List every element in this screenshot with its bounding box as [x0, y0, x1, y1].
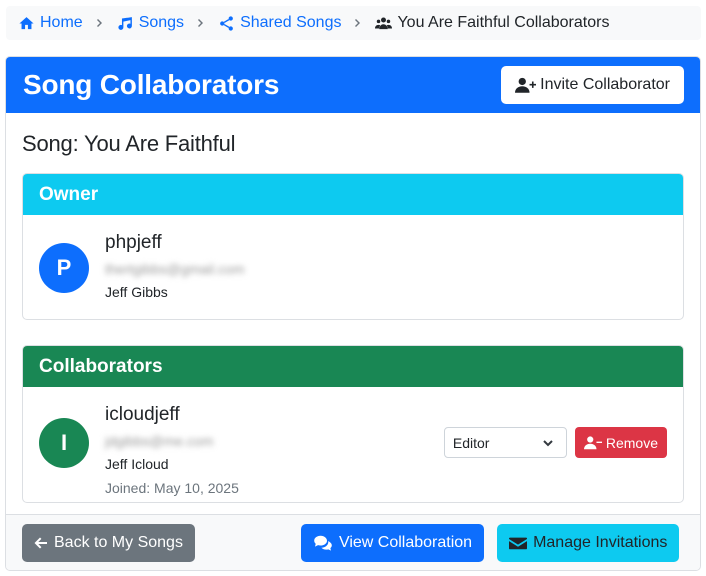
owner-card: Owner P phpjeff thertgibbs@gmail.com Jef…	[22, 173, 684, 320]
breadcrumb-songs-label: Songs	[138, 14, 185, 31]
collaborators-header: Collaborators	[23, 346, 683, 387]
breadcrumb-current: You Are Faithful Collaborators	[375, 14, 609, 32]
view-collaboration-button[interactable]: View Collaboration	[300, 523, 485, 562]
page-title: Song Collaborators	[23, 69, 280, 100]
chevron-right-icon	[96, 19, 102, 27]
manage-invitations-button[interactable]: Manage Invitations	[497, 523, 680, 562]
user-plus-icon	[515, 77, 537, 93]
card-body: Song: You Are Faithful Owner P phpjeff t…	[6, 113, 700, 503]
card-footer: Back to My Songs View Collaboration Mana…	[6, 514, 700, 570]
breadcrumb-separator	[95, 18, 105, 28]
avatar: I	[39, 418, 89, 468]
role-select[interactable]: Editor	[443, 427, 567, 458]
chevron-right-icon	[198, 19, 204, 27]
breadcrumb-songs[interactable]: Songs	[117, 14, 184, 32]
collaborators-card: Song Collaborators Invite Collaborator S…	[5, 56, 701, 571]
owner-email: thertgibbs@gmail.com	[105, 261, 245, 277]
manage-invitations-label: Manage Invitations	[533, 533, 668, 551]
remove-label: Remove	[605, 434, 658, 451]
breadcrumb-shared-songs-label: Shared Songs	[240, 14, 342, 31]
chevron-right-icon	[355, 19, 361, 27]
breadcrumb-current-label: You Are Faithful Collaborators	[397, 14, 610, 31]
home-icon	[19, 16, 34, 29]
envelope-icon	[509, 537, 528, 549]
comments-icon	[314, 535, 332, 551]
invite-collaborator-button[interactable]: Invite Collaborator	[501, 66, 684, 104]
card-header: Song Collaborators Invite Collaborator	[6, 57, 700, 113]
avatar: P	[39, 243, 89, 293]
owner-header: Owner	[23, 174, 683, 215]
collaborator-username: icloudjeff	[105, 404, 180, 425]
breadcrumb-separator	[353, 18, 363, 28]
owner-username: phpjeff	[105, 232, 162, 253]
collaborator-info: icloudjeff jdgibbs@me.com Jeff Icloud Jo…	[105, 403, 239, 498]
invite-collaborator-label: Invite Collaborator	[540, 76, 670, 93]
owner-full-name: Jeff Gibbs	[105, 284, 168, 300]
users-icon	[375, 16, 393, 29]
back-to-my-songs-button[interactable]: Back to My Songs	[22, 523, 195, 562]
breadcrumb: Home Songs Shared Songs You Are Faithful…	[6, 6, 701, 40]
back-label: Back to My Songs	[54, 533, 183, 551]
breadcrumb-shared-songs[interactable]: Shared Songs	[218, 14, 341, 32]
role-select-value: Editor	[452, 434, 490, 451]
owner-row: P phpjeff thertgibbs@gmail.com Jeff Gibb…	[23, 215, 683, 319]
song-title: Song: You Are Faithful	[22, 131, 236, 156]
arrow-left-icon	[34, 537, 47, 548]
breadcrumb-home-label: Home	[40, 14, 83, 31]
user-minus-icon	[583, 435, 602, 449]
collaborator-joined-date: Joined: May 10, 2025	[105, 480, 239, 496]
collaborators-list-card: Collaborators I icloudjeff jdgibbs@me.co…	[22, 345, 684, 503]
view-collaboration-label: View Collaboration	[338, 533, 473, 551]
remove-collaborator-button[interactable]: Remove	[574, 427, 667, 458]
collaborator-full-name: Jeff Icloud	[105, 456, 169, 472]
breadcrumb-home[interactable]: Home	[18, 14, 83, 32]
chevron-down-icon	[543, 439, 553, 446]
share-icon	[220, 15, 233, 31]
collaborator-actions: Editor Remove	[443, 427, 667, 458]
owner-info: phpjeff thertgibbs@gmail.com Jeff Gibbs	[105, 231, 245, 302]
music-note-icon	[118, 16, 132, 30]
collaborator-email: jdgibbs@me.com	[105, 433, 214, 449]
breadcrumb-separator	[196, 18, 206, 28]
list-item: I icloudjeff jdgibbs@me.com Jeff Icloud …	[23, 387, 683, 502]
